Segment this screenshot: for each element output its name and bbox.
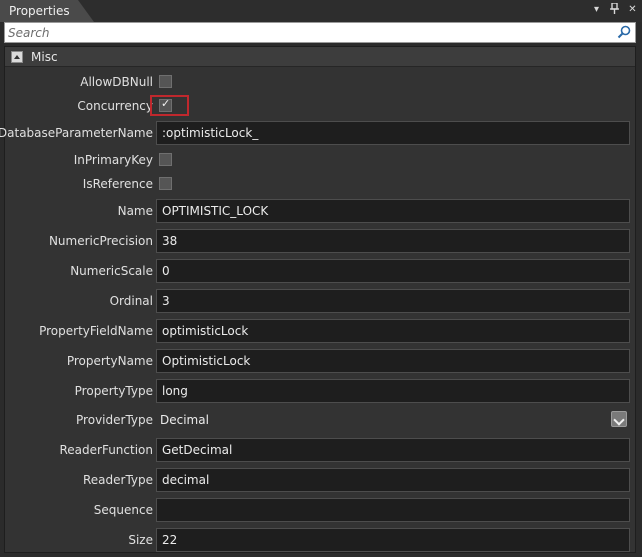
property-row-propertyname: PropertyName OptimisticLock xyxy=(5,348,635,374)
providertype-dropdown[interactable]: Decimal xyxy=(156,408,630,432)
property-row-numericprecision: NumericPrecision 38 xyxy=(5,228,635,254)
search-box[interactable] xyxy=(4,22,636,43)
property-row-isreference: IsReference xyxy=(5,171,635,197)
property-label: PropertyName xyxy=(66,354,153,368)
property-row-allowdbnull: AllowDBNull xyxy=(5,69,635,95)
property-row-name: Name OPTIMISTIC_LOCK xyxy=(5,198,635,224)
sequence-field[interactable] xyxy=(156,498,630,522)
property-row-concurrency: Concurrency xyxy=(5,93,635,119)
property-label: Size xyxy=(128,533,153,547)
panel-titlebar: Properties ▾ ✕ xyxy=(0,0,642,22)
size-field[interactable]: 22 xyxy=(156,528,630,552)
property-row-inprimarykey: InPrimaryKey xyxy=(5,147,635,173)
property-label: ProviderType xyxy=(76,413,153,427)
numericscale-field[interactable]: 0 xyxy=(156,259,630,283)
readerfunction-field[interactable]: GetDecimal xyxy=(156,438,630,462)
tab-properties[interactable]: Properties xyxy=(0,0,94,22)
category-header-misc[interactable]: Misc xyxy=(5,47,635,67)
property-label: InPrimaryKey xyxy=(73,153,153,167)
readertype-field[interactable]: decimal xyxy=(156,468,630,492)
property-row-propertyfieldname: PropertyFieldName optimisticLock xyxy=(5,318,635,344)
property-label: Ordinal xyxy=(109,294,153,308)
providertype-value: Decimal xyxy=(160,413,209,427)
property-label: Sequence xyxy=(93,503,153,517)
close-icon[interactable]: ✕ xyxy=(627,3,638,17)
property-label: NumericPrecision xyxy=(48,234,153,248)
numericprecision-field[interactable]: 38 xyxy=(156,229,630,253)
inprimarykey-checkbox[interactable] xyxy=(159,153,172,166)
property-label: AllowDBNull xyxy=(80,75,153,89)
property-row-ordinal: Ordinal 3 xyxy=(5,288,635,314)
propertytype-field[interactable]: long xyxy=(156,379,630,403)
pin-icon[interactable] xyxy=(609,2,620,17)
property-label: NumericScale xyxy=(70,264,153,278)
property-label: ReaderFunction xyxy=(59,443,153,457)
tab-title: Properties xyxy=(9,4,70,18)
property-label: ReaderType xyxy=(82,473,153,487)
propertyname-field[interactable]: OptimisticLock xyxy=(156,349,630,373)
property-row-numericscale: NumericScale 0 xyxy=(5,258,635,284)
property-row-readerfunction: ReaderFunction GetDecimal xyxy=(5,437,635,463)
property-label: IsReference xyxy=(82,177,153,191)
property-row-sequence: Sequence xyxy=(5,497,635,523)
ordinal-field[interactable]: 3 xyxy=(156,289,630,313)
property-grid: Misc AllowDBNull Concurrency DatabasePar… xyxy=(0,46,636,553)
isreference-checkbox[interactable] xyxy=(159,177,172,190)
databaseparametername-field[interactable]: :optimisticLock_ xyxy=(156,121,630,145)
property-label: DatabaseParameterName xyxy=(0,126,153,140)
chevron-down-icon[interactable] xyxy=(611,411,627,427)
search-icon[interactable] xyxy=(617,25,631,39)
property-row-propertytype: PropertyType long xyxy=(5,378,635,404)
property-row-size: Size 22 xyxy=(5,527,635,553)
propertyfieldname-field[interactable]: optimisticLock xyxy=(156,319,630,343)
property-row-providertype: ProviderType Decimal xyxy=(5,407,635,433)
property-label: Concurrency xyxy=(77,99,153,113)
name-field[interactable]: OPTIMISTIC_LOCK xyxy=(156,199,630,223)
property-row-databaseparametername: DatabaseParameterName :optimisticLock_ xyxy=(0,120,635,146)
property-label: PropertyType xyxy=(74,384,153,398)
property-label: Name xyxy=(117,204,153,218)
allowdbnull-checkbox[interactable] xyxy=(159,75,172,88)
collapse-icon[interactable] xyxy=(11,51,23,63)
search-input[interactable] xyxy=(8,25,608,40)
category-label: Misc xyxy=(31,50,58,64)
dropdown-icon[interactable]: ▾ xyxy=(591,3,602,17)
highlight-box xyxy=(150,95,189,116)
property-row-readertype: ReaderType decimal xyxy=(5,467,635,493)
property-label: PropertyFieldName xyxy=(39,324,153,338)
